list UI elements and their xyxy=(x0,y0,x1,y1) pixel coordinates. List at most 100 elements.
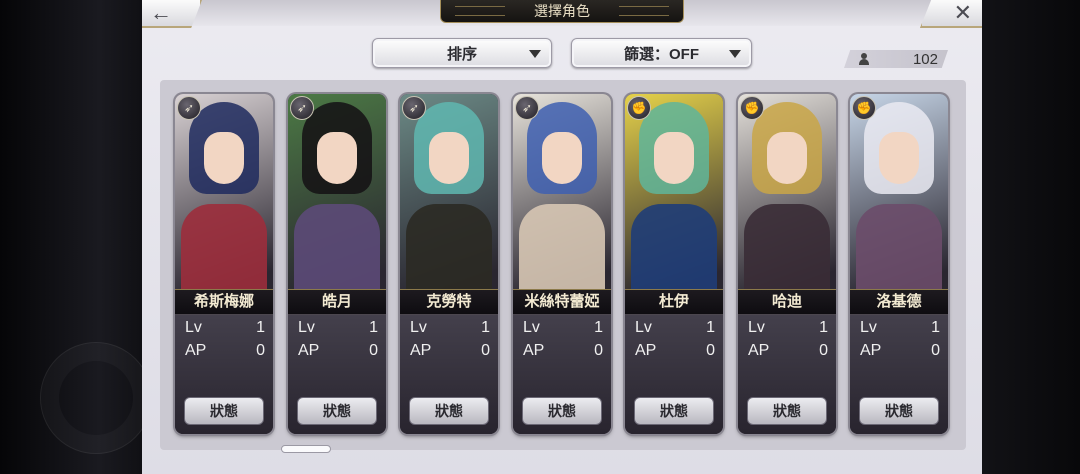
ap-row: AP 0 xyxy=(410,342,490,362)
status-button[interactable]: 狀態 xyxy=(522,397,602,425)
fist-icon: ✊ xyxy=(852,96,876,120)
filter-label: 篩選：OFF xyxy=(624,45,699,63)
character-stats: Lv 1 AP 0 狀態 xyxy=(738,314,836,434)
character-card[interactable]: ➶ 希斯梅娜 Lv 1 AP 0 狀態 xyxy=(175,94,273,434)
sort-label: 排序 xyxy=(446,45,477,63)
portrait-body xyxy=(631,204,717,294)
status-button[interactable]: 狀態 xyxy=(184,397,264,425)
level-row: Lv 1 xyxy=(298,319,378,339)
arrow-left-icon: ← xyxy=(150,0,172,25)
filter-dropdown[interactable]: 篩選：OFF xyxy=(571,38,752,68)
page-title: 選擇角色 xyxy=(440,0,684,23)
status-button[interactable]: 狀態 xyxy=(297,397,377,425)
character-name: 皓月 xyxy=(288,289,386,315)
character-stats: Lv 1 AP 0 狀態 xyxy=(400,314,498,434)
level-value: 1 xyxy=(594,319,603,336)
compass-decoration xyxy=(40,342,152,454)
character-stats: Lv 1 AP 0 狀態 xyxy=(288,314,386,434)
character-stats: Lv 1 AP 0 狀態 xyxy=(625,314,723,434)
character-card[interactable]: ➶ 米絲特蕾婭 Lv 1 AP 0 狀態 xyxy=(513,94,611,434)
status-button[interactable]: 狀態 xyxy=(409,397,489,425)
ap-value: 0 xyxy=(931,342,940,359)
ap-value: 0 xyxy=(706,342,715,359)
sort-dropdown[interactable]: 排序 xyxy=(372,38,552,68)
character-portrait xyxy=(738,94,836,294)
level-label: Lv xyxy=(410,319,427,336)
level-row: Lv 1 xyxy=(410,319,490,339)
level-label: Lv xyxy=(635,319,652,336)
status-button[interactable]: 狀態 xyxy=(859,397,939,425)
portrait-face xyxy=(317,132,357,184)
character-name: 洛基德 xyxy=(850,289,948,315)
character-card[interactable]: ➶ 克勞特 Lv 1 AP 0 狀態 xyxy=(400,94,498,434)
bow-icon: ➶ xyxy=(177,96,201,120)
horizontal-scrollbar[interactable] xyxy=(281,445,331,453)
bow-icon: ➶ xyxy=(515,96,539,120)
portrait-body xyxy=(181,204,267,294)
level-value: 1 xyxy=(819,319,828,336)
status-button[interactable]: 狀態 xyxy=(747,397,827,425)
level-row: Lv 1 xyxy=(523,319,603,339)
portrait-body xyxy=(406,204,492,294)
character-portrait xyxy=(288,94,386,294)
level-value: 1 xyxy=(256,319,265,336)
person-icon xyxy=(858,53,870,65)
character-portrait xyxy=(400,94,498,294)
level-row: Lv 1 xyxy=(860,319,940,339)
character-count: 102 xyxy=(844,50,948,68)
character-name: 希斯梅娜 xyxy=(175,289,273,315)
character-stats: Lv 1 AP 0 狀態 xyxy=(175,314,273,434)
fist-icon: ✊ xyxy=(627,96,651,120)
portrait-face xyxy=(767,132,807,184)
portrait-body xyxy=(519,204,605,294)
portrait-body xyxy=(294,204,380,294)
character-card[interactable]: ✊ 洛基德 Lv 1 AP 0 狀態 xyxy=(850,94,948,434)
ap-row: AP 0 xyxy=(523,342,603,362)
level-value: 1 xyxy=(481,319,490,336)
ap-label: AP xyxy=(185,342,207,359)
character-name: 克勞特 xyxy=(400,289,498,315)
ap-value: 0 xyxy=(369,342,378,359)
character-stats: Lv 1 AP 0 狀態 xyxy=(850,314,948,434)
portrait-face xyxy=(654,132,694,184)
fist-icon: ✊ xyxy=(740,96,764,120)
level-value: 1 xyxy=(706,319,715,336)
character-name: 杜伊 xyxy=(625,289,723,315)
ap-label: AP xyxy=(635,342,657,359)
character-card[interactable]: ✊ 哈迪 Lv 1 AP 0 狀態 xyxy=(738,94,836,434)
character-portrait xyxy=(175,94,273,294)
ap-label: AP xyxy=(410,342,432,359)
portrait-face xyxy=(879,132,919,184)
level-label: Lv xyxy=(748,319,765,336)
character-card[interactable]: ➶ 皓月 Lv 1 AP 0 狀態 xyxy=(288,94,386,434)
character-portrait xyxy=(850,94,948,294)
level-row: Lv 1 xyxy=(185,319,265,339)
ap-label: AP xyxy=(748,342,770,359)
character-card[interactable]: ✊ 杜伊 Lv 1 AP 0 狀態 xyxy=(625,94,723,434)
status-button[interactable]: 狀態 xyxy=(634,397,714,425)
portrait-face xyxy=(204,132,244,184)
portrait-body xyxy=(744,204,830,294)
level-value: 1 xyxy=(931,319,940,336)
character-name: 哈迪 xyxy=(738,289,836,315)
ap-value: 0 xyxy=(819,342,828,359)
bow-icon: ➶ xyxy=(290,96,314,120)
ap-row: AP 0 xyxy=(860,342,940,362)
level-label: Lv xyxy=(298,319,315,336)
ap-value: 0 xyxy=(256,342,265,359)
ap-value: 0 xyxy=(594,342,603,359)
character-portrait xyxy=(513,94,611,294)
ap-row: AP 0 xyxy=(298,342,378,362)
ap-row: AP 0 xyxy=(185,342,265,362)
portrait-body xyxy=(856,204,942,294)
portrait-face xyxy=(542,132,582,184)
ap-row: AP 0 xyxy=(748,342,828,362)
character-name: 米絲特蕾婭 xyxy=(513,289,611,315)
character-stats: Lv 1 AP 0 狀態 xyxy=(513,314,611,434)
ap-label: AP xyxy=(860,342,882,359)
level-label: Lv xyxy=(185,319,202,336)
level-row: Lv 1 xyxy=(748,319,828,339)
level-value: 1 xyxy=(369,319,378,336)
chevron-down-icon xyxy=(529,50,541,58)
ap-label: AP xyxy=(298,342,320,359)
